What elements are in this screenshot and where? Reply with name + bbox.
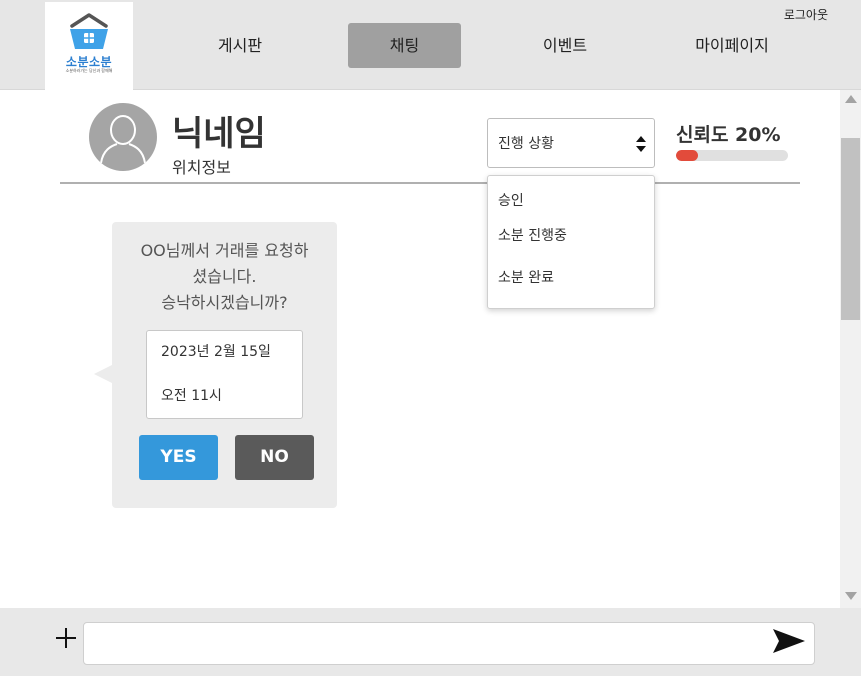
chat-footer [0, 608, 861, 676]
select-arrows-icon [636, 136, 646, 154]
trade-datetime-box: 2023년 2월 15일 오전 11시 [146, 330, 303, 419]
nav-board[interactable]: 게시판 [190, 23, 290, 68]
trade-time: 오전 11시 [161, 388, 222, 404]
message-line: 승낙하시겠습니까? [161, 293, 288, 312]
send-icon[interactable] [772, 627, 806, 655]
scroll-up-arrow-icon[interactable] [845, 95, 857, 103]
no-button[interactable]: NO [235, 435, 314, 480]
profile-divider [60, 182, 800, 184]
trust-progress-bar [676, 150, 788, 161]
status-option-complete[interactable]: 소분 완료 [498, 267, 554, 287]
yes-button[interactable]: YES [139, 435, 218, 480]
nav-chat[interactable]: 채팅 [348, 23, 461, 68]
trade-request-message: OO님께서 거래를 요청하 셨습니다. 승낙하시겠습니까? [112, 238, 337, 316]
location-info: 위치정보 [172, 158, 231, 177]
logo-subtitle: 소분하러가는 당신과 함께해 [65, 68, 113, 73]
status-option-approve[interactable]: 승인 [498, 190, 524, 210]
message-line: 셨습니다. [192, 267, 257, 286]
trust-label: 신뢰도 20% [676, 124, 781, 146]
user-silhouette-icon [100, 115, 146, 164]
trade-date: 2023년 2월 15일 [161, 344, 271, 360]
scroll-thumb[interactable] [841, 138, 860, 320]
nav-mypage[interactable]: 마이페이지 [672, 23, 792, 68]
status-option-in-progress[interactable]: 소분 진행중 [498, 225, 567, 245]
trade-request-bubble: OO님께서 거래를 요청하 셨습니다. 승낙하시겠습니까? 2023년 2월 1… [112, 222, 337, 508]
plus-icon[interactable] [54, 626, 78, 650]
scrollbar[interactable] [840, 90, 861, 608]
basket-house-logo-icon [70, 13, 108, 49]
scroll-down-arrow-icon[interactable] [845, 592, 857, 600]
nickname: 닉네임 [172, 114, 266, 154]
trust-progress-fill [676, 150, 699, 161]
app-header: 소분소분 소분하러가는 당신과 함께해 게시판 채팅 이벤트 마이페이지 로그아… [0, 0, 861, 90]
logout-link[interactable]: 로그아웃 [784, 6, 828, 23]
bubble-tail [94, 365, 112, 383]
status-select-value: 진행 상황 [498, 136, 554, 152]
chat-message-input[interactable] [83, 622, 815, 665]
message-line: OO님께서 거래를 요청하 [140, 241, 309, 260]
avatar [89, 103, 157, 171]
nav-event[interactable]: 이벤트 [515, 23, 615, 68]
status-dropdown: 승인 소분 진행중 소분 완료 [487, 175, 655, 309]
status-select[interactable]: 진행 상황 [487, 118, 655, 168]
logo[interactable]: 소분소분 소분하러가는 당신과 함께해 [45, 2, 133, 90]
